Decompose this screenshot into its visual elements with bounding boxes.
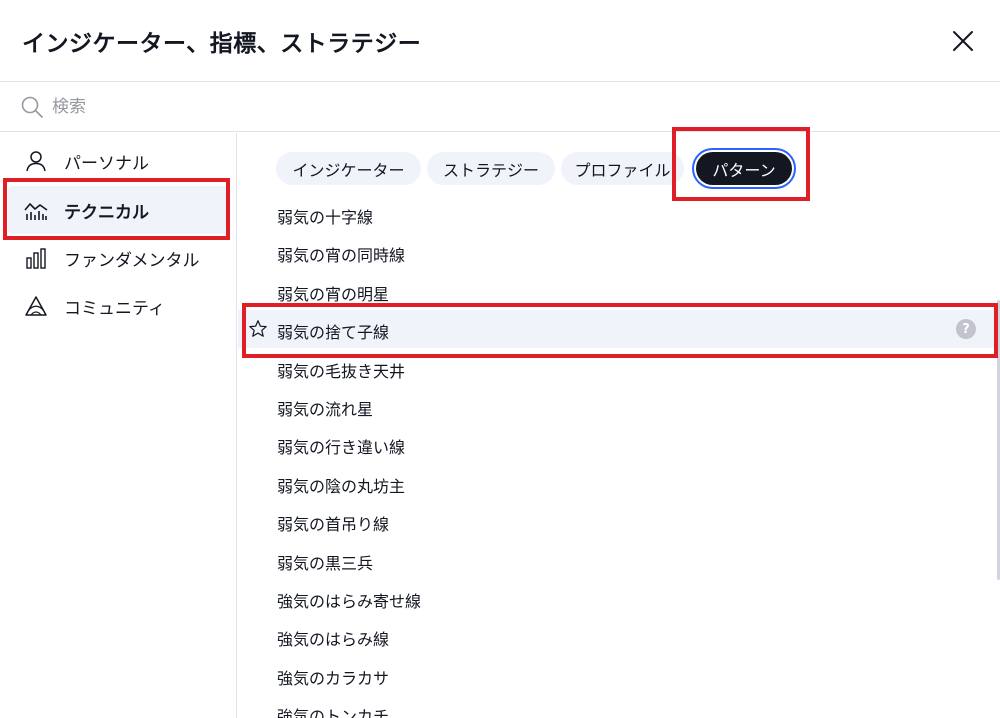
sidebar-item-personal[interactable]: パーソナル: [8, 137, 229, 185]
close-button[interactable]: [950, 28, 976, 54]
tab-profiles[interactable]: プロファイル: [561, 152, 684, 185]
search-bar: [0, 83, 1000, 132]
pattern-row[interactable]: 弱気の行き違い線: [238, 425, 996, 463]
pattern-name: 強気のトンカチ: [277, 707, 390, 718]
tab-patterns[interactable]: パターン: [696, 152, 792, 185]
category-sidebar: パーソナル テクニカル ファンダメンタル コミュニティ: [0, 133, 237, 718]
search-input[interactable]: [52, 91, 952, 123]
pattern-row[interactable]: 強気のトンカチ: [238, 694, 996, 718]
pattern-row[interactable]: 弱気の首吊り線: [238, 502, 996, 540]
pattern-name: 弱気の捨て子線: [277, 323, 390, 342]
pattern-name: 弱気の十字線: [277, 208, 374, 227]
pattern-name: 弱気の陰の丸坊主: [277, 477, 406, 496]
sidebar-item-label: テクニカル: [64, 203, 149, 223]
pattern-name: 強気のカラカサ: [277, 669, 390, 688]
pattern-row[interactable]: 弱気の流れ星: [238, 387, 996, 425]
tab-strategies[interactable]: ストラテジー: [427, 152, 555, 185]
pattern-name: 強気のはらみ線: [277, 630, 390, 649]
tab-indicators[interactable]: インジケーター: [276, 152, 421, 185]
pattern-name: 弱気の首吊り線: [277, 515, 390, 534]
pattern-name: 弱気の黒三兵: [277, 554, 374, 573]
community-icon: [25, 296, 47, 316]
dialog-title: インジケーター、指標、ストラテジー: [22, 31, 422, 57]
close-icon: [953, 31, 973, 51]
pattern-row[interactable]: 弱気の宵の明星: [238, 272, 996, 310]
sidebar-item-technical[interactable]: テクニカル: [8, 186, 229, 234]
pattern-row[interactable]: 強気のはらみ線: [238, 617, 996, 655]
pattern-name: 弱気の宵の明星: [277, 285, 390, 304]
pattern-name: 弱気の毛抜き天井: [277, 362, 406, 381]
pattern-row[interactable]: 強気のカラカサ: [238, 656, 996, 694]
pattern-row[interactable]: 弱気の宵の同時線: [238, 233, 996, 271]
search-icon: [21, 96, 43, 118]
pattern-name: 弱気の宵の同時線: [277, 246, 406, 265]
sidebar-item-fundamental[interactable]: ファンダメンタル: [8, 234, 229, 282]
pattern-row[interactable]: 強気のはらみ寄せ線: [238, 579, 996, 617]
pattern-name: 弱気の流れ星: [277, 400, 374, 419]
pattern-row-hovered[interactable]: 弱気の捨て子線 ?: [238, 310, 996, 348]
pattern-name: 強気のはらみ寄せ線: [277, 592, 422, 611]
sidebar-item-label: ファンダメンタル: [64, 251, 200, 271]
sidebar-item-label: パーソナル: [64, 154, 149, 174]
bar-chart-icon: [26, 248, 46, 269]
help-icon[interactable]: ?: [956, 319, 976, 339]
pattern-panel: インジケーター ストラテジー プロファイル パターン 弱気の十字線 弱気の宵の同…: [238, 133, 1000, 718]
pattern-row[interactable]: 弱気の毛抜き天井: [238, 349, 996, 387]
star-icon[interactable]: [248, 319, 268, 339]
pattern-row[interactable]: 弱気の陰の丸坊主: [238, 464, 996, 502]
technical-chart-icon: [24, 203, 48, 220]
person-icon: [26, 151, 46, 172]
sidebar-item-label: コミュニティ: [64, 299, 165, 319]
pattern-row[interactable]: 弱気の十字線: [238, 195, 996, 233]
pattern-name: 弱気の行き違い線: [277, 438, 406, 457]
pattern-row[interactable]: 弱気の黒三兵: [238, 541, 996, 579]
sidebar-item-community[interactable]: コミュニティ: [8, 282, 229, 330]
dialog-header: インジケーター、指標、ストラテジー: [0, 0, 1000, 82]
